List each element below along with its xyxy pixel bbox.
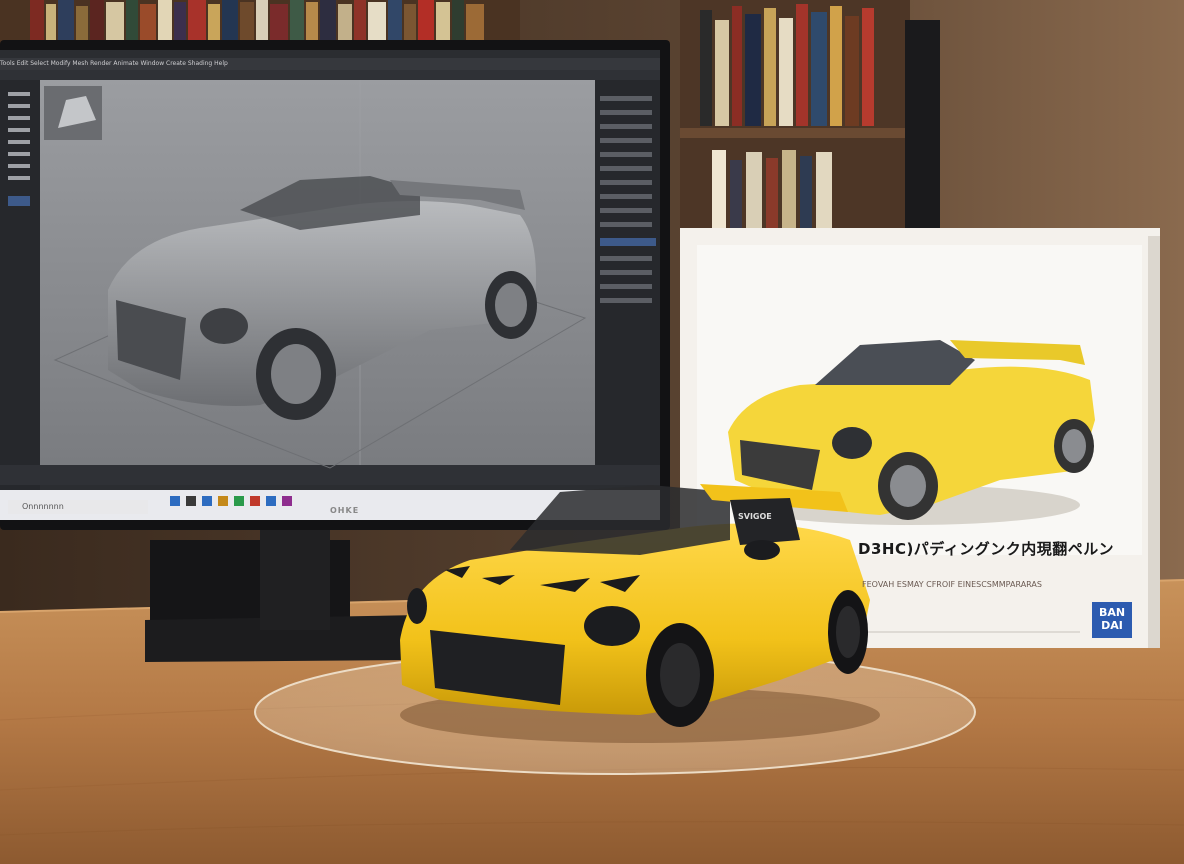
bandai-logo-text: BAN DAI [1098,606,1126,632]
taskbar-search-box[interactable]: Onnnnnnn [8,500,148,514]
box-title: D3HC)パディングンク内現翻ペルン [858,540,1114,558]
scene-illustration [0,0,1184,864]
software-menu-bar[interactable]: Tools Edit Select Modify Mesh Render Ani… [0,58,660,70]
box-subtitle: FEOVAH ESMAY CFROIF EINESCSMMPARARAS [862,580,1042,589]
bandai-logo: BAN DAI [1092,602,1132,638]
photo-scene: Tools Edit Select Modify Mesh Render Ani… [0,0,1184,864]
car-plate: SVIGOE [738,512,772,521]
monitor-brand-logo: OHKE [330,506,360,515]
